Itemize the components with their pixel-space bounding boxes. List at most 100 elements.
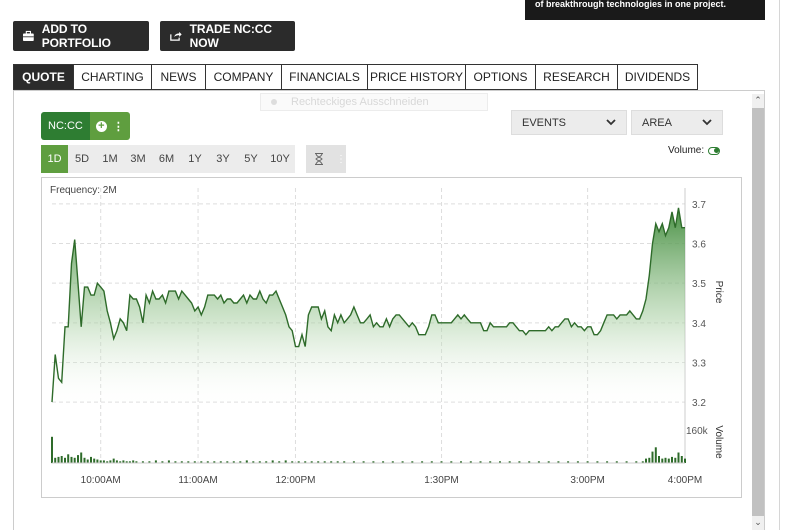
price-axis-title: Price (713, 281, 724, 304)
range-1m[interactable]: 1M (96, 145, 124, 173)
events-select-label: EVENTS (522, 116, 567, 129)
volume-max-label: 160k (686, 426, 709, 437)
y-tick-label: 3.4 (692, 319, 706, 330)
tab-company[interactable]: COMPANY (206, 64, 282, 90)
volume-bar (661, 458, 664, 463)
range-selector: 1D 5D 1M 3M 6M 1Y 3Y 5Y 10Y (41, 145, 295, 173)
volume-axis-title: Volume (713, 425, 724, 459)
range-10y[interactable]: 10Y (265, 145, 295, 173)
x-tick-label: 1:30PM (424, 475, 458, 486)
y-tick-label: 3.7 (692, 200, 706, 211)
scroll-thumb[interactable] (752, 108, 764, 516)
x-tick-label: 12:00PM (275, 475, 315, 486)
volume-bar (80, 452, 83, 463)
x-tick-label: 3:00PM (570, 475, 604, 486)
volume-bar (96, 459, 99, 463)
briefcase-icon (23, 30, 34, 41)
more-vertical-icon[interactable]: ⋮ (113, 120, 124, 133)
chart-style-select[interactable]: AREA (631, 110, 723, 135)
volume-bar (674, 457, 677, 464)
tab-news[interactable]: NEWS (152, 64, 206, 90)
range-3y[interactable]: 3Y (209, 145, 237, 173)
volume-bar (70, 456, 73, 463)
ghost-menu-label: Rechteckiges Ausschneiden (291, 96, 429, 108)
volume-bar (54, 457, 57, 464)
volume-bar (684, 458, 686, 463)
page-edge (779, 0, 780, 530)
volume-bar (67, 454, 70, 464)
plus-circle-icon: + (95, 120, 107, 132)
symbol-group: NC:CC + ⋮ (41, 112, 130, 140)
volume-bar (667, 458, 670, 463)
chart-style-label: AREA (642, 116, 672, 129)
range-5y[interactable]: 5Y (237, 145, 265, 173)
volume-bar (648, 457, 651, 464)
frequency-label: Frequency: 2M (50, 185, 117, 196)
volume-bar (112, 458, 115, 463)
chevron-down-icon (702, 119, 712, 126)
symbol-chip[interactable]: NC:CC (41, 112, 90, 140)
tab-financials[interactable]: FINANCIALS (282, 64, 368, 90)
context-menu-ghost: Rechteckiges Ausschneiden (260, 93, 488, 111)
quote-tabs: QUOTE CHARTING NEWS COMPANY FINANCIALS PRICE … (13, 64, 698, 90)
add-comparison-button[interactable]: + ⋮ (89, 112, 130, 140)
x-tick-label: 11:00AM (178, 475, 217, 486)
menu-bullet-icon (271, 99, 277, 105)
price-chart-svg[interactable]: Frequency: 2M 3.7 3.6 3.5 3.4 3.3 3.2 10:00AM 11… (42, 178, 741, 497)
volume-bar (83, 457, 86, 464)
scroll-down-arrow-icon[interactable]: ⌄ (752, 516, 764, 528)
tab-charting[interactable]: CHARTING (74, 64, 152, 90)
more-vertical-icon[interactable]: ⋮ (336, 154, 346, 165)
range-1d[interactable]: 1D (41, 145, 68, 173)
y-tick-label: 3.5 (692, 279, 706, 290)
x-tick-label: 10:00AM (81, 475, 121, 486)
tab-price-history[interactable]: PRICE HISTORY (368, 64, 466, 90)
volume-bar (77, 455, 79, 463)
volume-bar (658, 456, 660, 463)
y-tick-label: 3.2 (692, 398, 706, 409)
volume-bar (645, 458, 647, 463)
ad-banner[interactable]: of breakthrough technologies in one proj… (525, 0, 765, 20)
x-tick-label: 4:00PM (668, 475, 702, 486)
volume-bar (86, 459, 89, 463)
tab-dividends[interactable]: DIVIDENDS (618, 64, 698, 90)
share-arrow-icon (170, 31, 182, 41)
add-to-portfolio-label: ADD TO PORTFOLIO (41, 22, 111, 50)
panel-scrollbar[interactable]: ⌃ ⌄ (752, 94, 764, 530)
toggle-switch-icon[interactable] (708, 146, 721, 155)
add-to-portfolio-button[interactable]: ADD TO PORTFOLIO (13, 21, 149, 51)
volume-bar (664, 457, 667, 464)
range-1y[interactable]: 1Y (181, 145, 209, 173)
volume-toggle[interactable]: Volume: (668, 145, 721, 156)
volume-bar (64, 457, 66, 464)
volume-bar (60, 456, 63, 463)
tab-research[interactable]: RESEARCH (536, 64, 618, 90)
trade-now-label: TRADE NC:CC NOW (189, 22, 272, 50)
volume-bar (57, 456, 60, 463)
events-select[interactable]: EVENTS (511, 110, 627, 135)
y-tick-label: 3.6 (692, 240, 706, 251)
hourglass-icon (315, 153, 323, 165)
scroll-up-arrow-icon[interactable]: ⌃ (752, 94, 764, 106)
y-tick-label: 3.3 (692, 358, 706, 369)
volume-bar (651, 451, 654, 463)
price-area (52, 207, 685, 410)
range-3m[interactable]: 3M (124, 145, 152, 173)
volume-bar (654, 447, 657, 464)
volume-bar (51, 436, 53, 464)
price-chart[interactable]: Frequency: 2M 3.7 3.6 3.5 3.4 3.3 3.2 10:00AM 11… (41, 177, 742, 498)
custom-range-button[interactable]: ⋮ (306, 145, 346, 173)
volume-toggle-label: Volume: (668, 145, 705, 156)
volume-bar (73, 457, 76, 464)
range-6m[interactable]: 6M (152, 145, 181, 173)
tab-options[interactable]: OPTIONS (466, 64, 536, 90)
ad-text: of breakthrough technologies in one proj… (535, 0, 727, 9)
volume-bar (93, 458, 96, 463)
volume-bar (680, 456, 683, 463)
range-5d[interactable]: 5D (68, 145, 96, 173)
volume-bar (90, 456, 92, 463)
trade-now-button[interactable]: TRADE NC:CC NOW (160, 21, 295, 51)
volume-bar (677, 452, 680, 463)
symbol-label: NC:CC (48, 120, 83, 132)
tab-quote[interactable]: QUOTE (13, 64, 74, 90)
